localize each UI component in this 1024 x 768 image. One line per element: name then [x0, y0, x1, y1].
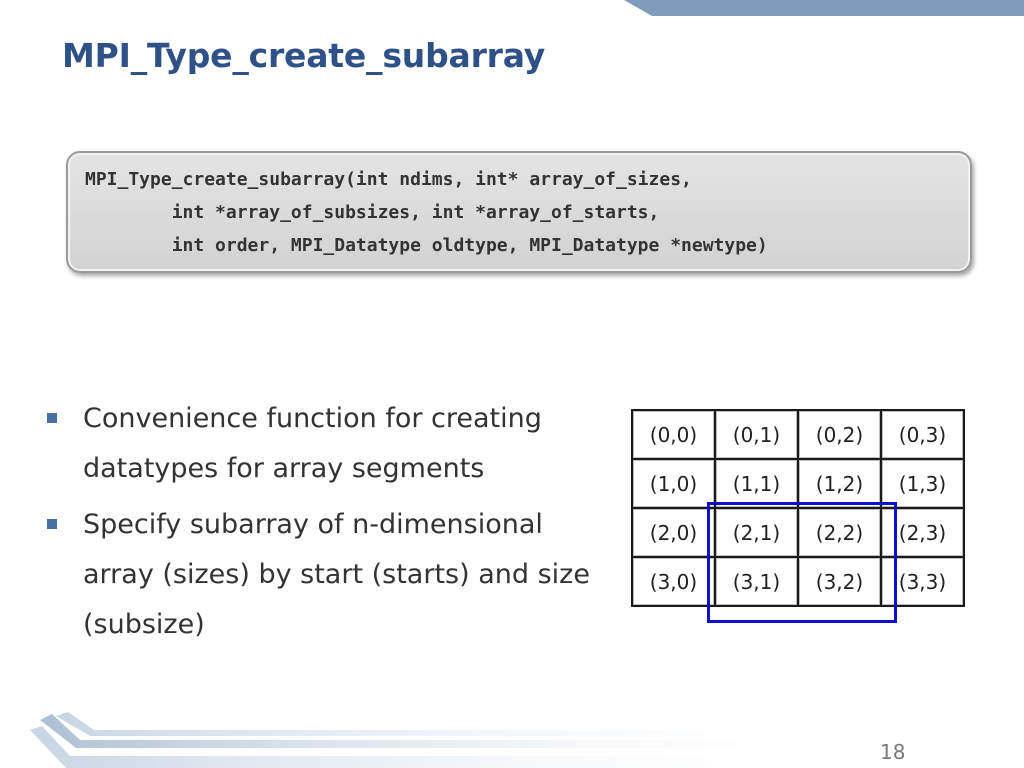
grid-cell: (0,3) [880, 409, 965, 460]
grid-cell: (0,2) [797, 409, 882, 460]
grid-cell: (1,1) [714, 458, 799, 509]
square-bullet-icon [47, 413, 57, 423]
function-signature-box: MPI_Type_create_subarray(int ndims, int*… [66, 151, 972, 273]
grid-cell: (1,2) [797, 458, 882, 509]
grid-cell: (1,0) [631, 458, 716, 509]
grid-cell: (0,0) [631, 409, 716, 460]
subarray-highlight-box [707, 502, 897, 623]
bullet-text-2: Specify subarray of n-dimensional array … [83, 509, 590, 640]
grid-row: (0,0) (0,1) (0,2) (0,3) [631, 409, 965, 460]
slide-title: MPI_Type_create_subarray [62, 36, 546, 75]
grid-row: (1,0) (1,1) (1,2) (1,3) [631, 458, 965, 509]
code-line-1: MPI_Type_create_subarray(int ndims, int*… [85, 169, 692, 190]
grid-cell: (1,3) [880, 458, 965, 509]
bullet-text-1: Convenience function for creating dataty… [83, 403, 542, 484]
grid-cell: (3,0) [631, 556, 716, 607]
grid-cell: (2,0) [631, 507, 716, 558]
top-decorative-band [624, 0, 1024, 16]
code-line-2: int *array_of_subsizes, int *array_of_st… [85, 202, 660, 223]
square-bullet-icon [47, 519, 57, 529]
code-line-3: int order, MPI_Datatype oldtype, MPI_Dat… [85, 235, 768, 256]
bullet-item-2: Specify subarray of n-dimensional array … [44, 500, 604, 650]
bullet-list: Convenience function for creating dataty… [44, 394, 604, 656]
page-number: 18 [880, 740, 906, 764]
bullet-item-1: Convenience function for creating dataty… [44, 394, 604, 494]
grid-cell: (0,1) [714, 409, 799, 460]
footer-decorative-stripes [30, 712, 860, 768]
